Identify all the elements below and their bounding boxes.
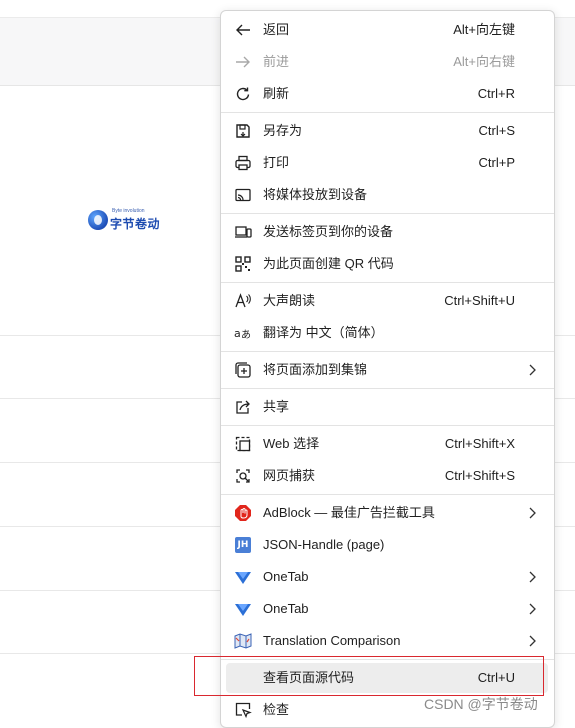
svg-text:あ: あ — [241, 329, 251, 341]
menu-item-label: Web 选择 — [263, 436, 320, 451]
menu-item-label: OneTab — [263, 569, 309, 584]
menu-item-save-as[interactable]: 另存为 Ctrl+S — [221, 115, 554, 147]
context-menu: 返回 Alt+向左键 前进 Alt+向右键 刷新 Ctrl+R 另存为 Ctrl… — [220, 10, 555, 728]
menu-item-label: 大声朗读 — [263, 293, 316, 308]
menu-item-label: 共享 — [263, 399, 290, 414]
svg-text:a: a — [234, 327, 241, 340]
menu-item-label: 刷新 — [263, 86, 290, 101]
read-aloud-icon — [234, 292, 252, 310]
menu-item-read-aloud[interactable]: 大声朗读 Ctrl+Shift+U — [221, 285, 554, 317]
menu-item-adblock[interactable]: AdBlock — 最佳广告拦截工具 — [221, 497, 554, 529]
menu-item-cast[interactable]: 将媒体投放到设备 — [221, 179, 554, 211]
menu-item-qr-code[interactable]: 为此页面创建 QR 代码 — [221, 248, 554, 280]
translate-icon: aあ — [234, 324, 252, 342]
menu-separator — [221, 213, 554, 214]
menu-item-label: JSON-Handle (page) — [263, 537, 385, 552]
menu-item-onetab[interactable]: OneTab — [221, 561, 554, 593]
menu-item-translate[interactable]: aあ 翻译为 中文（简体） — [221, 317, 554, 349]
csdn-watermark: CSDN @字节卷动 — [424, 696, 538, 712]
chevron-right-icon — [524, 505, 540, 521]
menu-item-translation-comparison[interactable]: Translation Comparison — [221, 625, 554, 657]
onetab-icon — [234, 568, 252, 586]
logo-mark-icon — [88, 210, 108, 230]
menu-item-label: 返回 — [263, 22, 290, 37]
menu-item-shortcut: Ctrl+Shift+S — [444, 468, 515, 483]
share-icon — [234, 398, 252, 416]
inspect-icon — [234, 701, 252, 719]
menu-item-print[interactable]: 打印 Ctrl+P — [221, 147, 554, 179]
cast-icon — [234, 186, 252, 204]
forward-arrow-icon — [234, 53, 252, 71]
menu-separator — [221, 388, 554, 389]
menu-item-label: 翻译为 中文（简体） — [263, 325, 384, 340]
chevron-right-icon — [524, 601, 540, 617]
menu-item-label: 将页面添加到集锦 — [263, 362, 368, 377]
menu-item-label: 为此页面创建 QR 代码 — [263, 256, 394, 271]
menu-item-shortcut: Alt+向左键 — [453, 22, 515, 37]
menu-item-forward[interactable]: 前进 Alt+向右键 — [221, 46, 554, 78]
logo-subtitle: Byte involution — [112, 208, 145, 214]
menu-item-label: 检查 — [263, 702, 290, 717]
menu-item-web-select[interactable]: Web 选择 Ctrl+Shift+X — [221, 428, 554, 460]
refresh-icon — [234, 85, 252, 103]
menu-item-onetab[interactable]: OneTab — [221, 593, 554, 625]
menu-separator — [221, 494, 554, 495]
menu-item-refresh[interactable]: 刷新 Ctrl+R — [221, 78, 554, 110]
menu-item-add-to-collection[interactable]: 将页面添加到集锦 — [221, 354, 554, 386]
menu-item-send-tab[interactable]: 发送标签页到你的设备 — [221, 216, 554, 248]
logo-title: 字节卷动 — [110, 217, 161, 231]
menu-item-json-handle[interactable]: JH JSON-Handle (page) — [221, 529, 554, 561]
menu-item-label: 发送标签页到你的设备 — [263, 224, 394, 239]
chevron-right-icon — [524, 362, 540, 378]
menu-item-label: 网页捕获 — [263, 468, 316, 483]
web-select-icon — [234, 435, 252, 453]
annotation-highlight-box — [194, 656, 544, 696]
menu-item-label: Translation Comparison — [263, 633, 401, 648]
menu-item-label: 打印 — [263, 155, 290, 170]
chevron-right-icon — [524, 633, 540, 649]
menu-separator — [221, 351, 554, 352]
menu-item-label: AdBlock — 最佳广告拦截工具 — [263, 505, 435, 520]
menu-item-label: 前进 — [263, 54, 290, 69]
menu-item-label: 将媒体投放到设备 — [263, 187, 368, 202]
json-handle-badge: JH — [235, 537, 251, 553]
collections-icon — [234, 361, 252, 379]
save-icon — [234, 122, 252, 140]
menu-item-label: 另存为 — [263, 123, 303, 138]
site-logo[interactable]: Byte involution 字节卷动 — [88, 208, 160, 232]
menu-item-label: OneTab — [263, 601, 309, 616]
menu-item-shortcut: Ctrl+P — [478, 155, 515, 170]
menu-item-shortcut: Ctrl+R — [477, 86, 515, 101]
menu-item-shortcut: Ctrl+S — [478, 123, 515, 138]
menu-item-shortcut: Alt+向右键 — [453, 54, 515, 69]
json-handle-icon: JH — [234, 536, 252, 554]
menu-item-web-capture[interactable]: 网页捕获 Ctrl+Shift+S — [221, 460, 554, 492]
menu-separator — [221, 112, 554, 113]
qr-code-icon — [234, 255, 252, 273]
menu-item-share[interactable]: 共享 — [221, 391, 554, 423]
menu-item-back[interactable]: 返回 Alt+向左键 — [221, 14, 554, 46]
menu-item-shortcut: Ctrl+Shift+U — [444, 293, 515, 308]
send-to-device-icon — [234, 223, 252, 241]
chevron-right-icon — [524, 569, 540, 585]
web-capture-icon — [234, 467, 252, 485]
translation-comparison-icon — [234, 632, 252, 650]
menu-separator — [221, 282, 554, 283]
back-arrow-icon — [234, 21, 252, 39]
menu-separator — [221, 425, 554, 426]
adblock-icon — [234, 504, 252, 522]
printer-icon — [234, 154, 252, 172]
onetab-icon — [234, 600, 252, 618]
menu-item-shortcut: Ctrl+Shift+X — [444, 436, 515, 451]
